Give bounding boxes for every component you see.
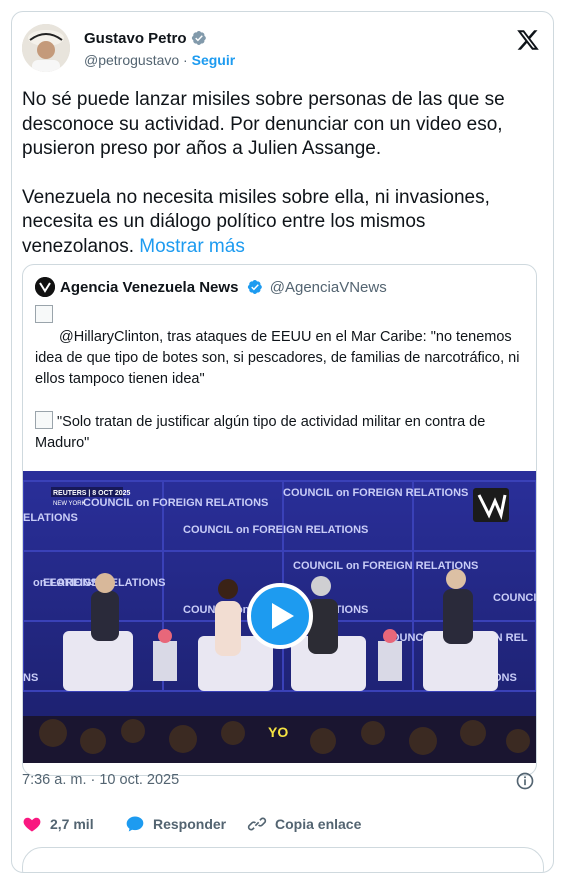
author-name[interactable]: Gustavo Petro (84, 30, 187, 47)
tweet-header: Gustavo Petro @petrogustavo · Seguir (22, 24, 542, 72)
separator-dot: · (183, 52, 188, 68)
reply-button[interactable]: Responder (125, 812, 226, 836)
info-icon[interactable] (515, 771, 535, 791)
svg-text:COUNCIL on FOREIGN RELATIONS: COUNCIL on FOREIGN RELATIONS (183, 524, 368, 536)
svg-text:ELATIONS: ELATIONS (23, 512, 78, 524)
post-timestamp[interactable]: 7:36 a. m. · 10 oct. 2025 (22, 772, 179, 788)
author-handle[interactable]: @petrogustavo (84, 52, 179, 68)
svg-text:COUNCIL on FOREIGN RELATIONS: COUNCIL on FOREIGN RELATIONS (293, 560, 478, 572)
tweet-text: No sé puede lanzar misiles sobre persona… (22, 88, 542, 260)
follow-button[interactable]: Seguir (192, 52, 236, 68)
read-replies-button[interactable] (22, 847, 544, 872)
tweet-paragraph: Venezuela no necesita misiles sobre ella… (22, 186, 542, 260)
broken-image-icon (35, 305, 53, 323)
broken-image-icon (35, 411, 53, 429)
heart-icon (23, 817, 41, 832)
play-icon[interactable] (247, 583, 313, 649)
quoted-tweet-header: Agencia Venezuela News @AgenciaVNews (35, 277, 387, 301)
quoted-paragraph: @HillaryClinton, tras ataques de EEUU en… (35, 305, 530, 390)
quoted-author-handle: @AgenciaVNews (269, 279, 387, 296)
author-handle-row: @petrogustavo · Seguir (84, 52, 235, 68)
svg-text:NS: NS (23, 672, 38, 684)
x-logo-icon[interactable] (516, 28, 540, 52)
action-bar: 2,7 mil Responder Copia enlace (22, 812, 542, 836)
svg-text:COUNCIL: COUNCIL (493, 592, 536, 604)
quoted-paragraph-text: @HillaryClinton, tras ataques de EEUU en… (35, 329, 520, 387)
like-button[interactable]: 2,7 mil (22, 812, 94, 836)
tweet-card: Gustavo Petro @petrogustavo · Seguir No … (11, 11, 554, 873)
video-reuters-tag: REUTERS | 8 OCT 2025 (53, 490, 131, 497)
quoted-author-name: Agencia Venezuela News (60, 279, 239, 296)
tweet-paragraph: No sé puede lanzar misiles sobre persona… (22, 89, 505, 160)
link-icon (247, 817, 267, 831)
quoted-author-avatar (35, 277, 55, 297)
reply-bubble-icon (126, 816, 144, 832)
reply-label: Responder (153, 816, 227, 832)
verified-badge-icon (247, 280, 262, 294)
copy-link-label: Copia enlace (275, 816, 362, 832)
video-location-tag: NEW YORK (53, 501, 86, 507)
quoted-paragraph-text: "Solo tratan de justificar algún tipo de… (35, 414, 486, 451)
quoted-tweet-text: @HillaryClinton, tras ataques de EEUU en… (35, 305, 530, 454)
video-caption: YO (268, 724, 288, 740)
quoted-paragraph: "Solo tratan de justificar algún tipo de… (35, 411, 530, 454)
video-player[interactable]: COUNCIL on FOREIGN RELATIONS COUNCIL on … (23, 471, 536, 763)
author-avatar[interactable] (22, 24, 70, 72)
like-count: 2,7 mil (50, 816, 94, 832)
svg-text:COUNCIL on FOREIGN RELATIONS: COUNCIL on FOREIGN RELATIONS (283, 487, 468, 499)
quoted-tweet[interactable]: Agencia Venezuela News @AgenciaVNews @Hi… (22, 264, 537, 776)
copy-link-button[interactable]: Copia enlace (247, 812, 361, 836)
show-more-link[interactable]: Mostrar más (139, 236, 245, 257)
author-name-row[interactable]: Gustavo Petro (84, 30, 207, 47)
svg-text:COUNCIL on FOREIGN RELATIONS: COUNCIL on FOREIGN RELATIONS (83, 497, 268, 509)
verified-badge-icon (191, 31, 206, 45)
tweet-paragraph-text: Venezuela no necesita misiles sobre ella… (22, 186, 490, 257)
